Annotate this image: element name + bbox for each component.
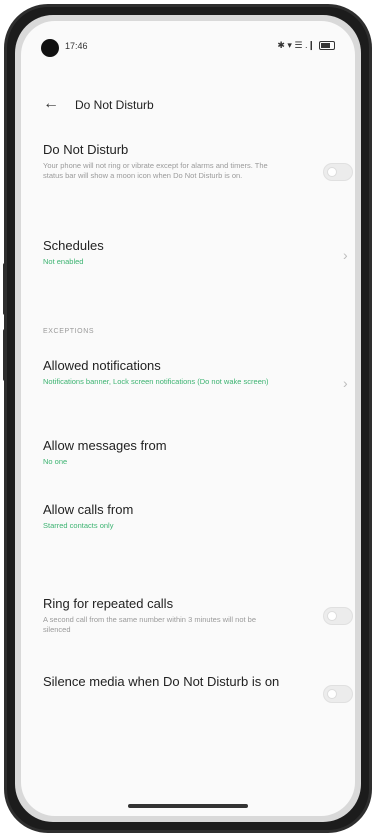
screen: 17:46 ✱ ▾ ☰ .❙ ← Do Not Disturb Do Not D… [21,21,355,816]
repeated-calls-title: Ring for repeated calls [43,596,174,611]
allow-messages-subtitle: No one [43,457,68,466]
allow-messages-item[interactable]: Allow messages from No one [43,437,333,467]
schedules-chevron-icon: › [343,247,348,263]
status-icons: ✱ ▾ ☰ .❙ [277,40,335,51]
allow-calls-subtitle: Starred contacts only [43,521,114,530]
repeated-calls-toggle[interactable] [323,607,353,625]
schedules-subtitle: Not enabled [43,257,84,266]
dnd-toggle[interactable] [323,163,353,181]
silence-media-toggle[interactable] [323,685,353,703]
repeated-calls-description: A second call from the same number withi… [43,615,257,634]
schedules-item[interactable]: Schedules Not enabled [43,237,333,267]
page-title: Do Not Disturb [75,98,154,112]
allowed-notifications-title: Allowed notifications [43,358,161,373]
back-arrow-icon[interactable]: ← [43,95,59,113]
home-indicator[interactable] [128,804,248,808]
allow-calls-item[interactable]: Allow calls from Starred contacts only [43,501,333,531]
front-camera [41,39,59,57]
dnd-description: Your phone will not ring or vibrate exce… [43,161,268,180]
repeated-calls-item[interactable]: Ring for repeated calls A second call fr… [43,595,333,635]
status-icons-glyphs: ✱ ▾ ☰ .❙ [277,40,315,50]
allowed-notifications-item[interactable]: Allowed notifications Notifications bann… [43,357,333,387]
battery-icon [319,41,335,50]
allow-messages-title: Allow messages from [43,438,167,453]
volume-button [3,263,7,315]
power-button [3,329,7,381]
status-bar: 17:46 ✱ ▾ ☰ .❙ [21,21,355,61]
phone-bezel: 17:46 ✱ ▾ ☰ .❙ ← Do Not Disturb Do Not D… [15,15,361,822]
header: ← Do Not Disturb [21,89,355,121]
allowed-notifications-subtitle: Notifications banner, Lock screen notifi… [43,377,269,386]
dnd-item[interactable]: Do Not Disturb Your phone will not ring … [43,141,333,181]
allowed-notifications-chevron-icon: › [343,375,348,391]
dnd-title: Do Not Disturb [43,142,129,157]
silence-media-item[interactable]: Silence media when Do Not Disturb is on [43,673,333,690]
allow-calls-title: Allow calls from [43,502,134,517]
exceptions-section-label: EXCEPTIONS [43,328,95,335]
phone-frame: 17:46 ✱ ▾ ☰ .❙ ← Do Not Disturb Do Not D… [3,4,372,833]
status-time: 17:46 [65,41,88,51]
schedules-title: Schedules [43,238,104,253]
silence-media-title: Silence media when Do Not Disturb is on [43,674,280,689]
